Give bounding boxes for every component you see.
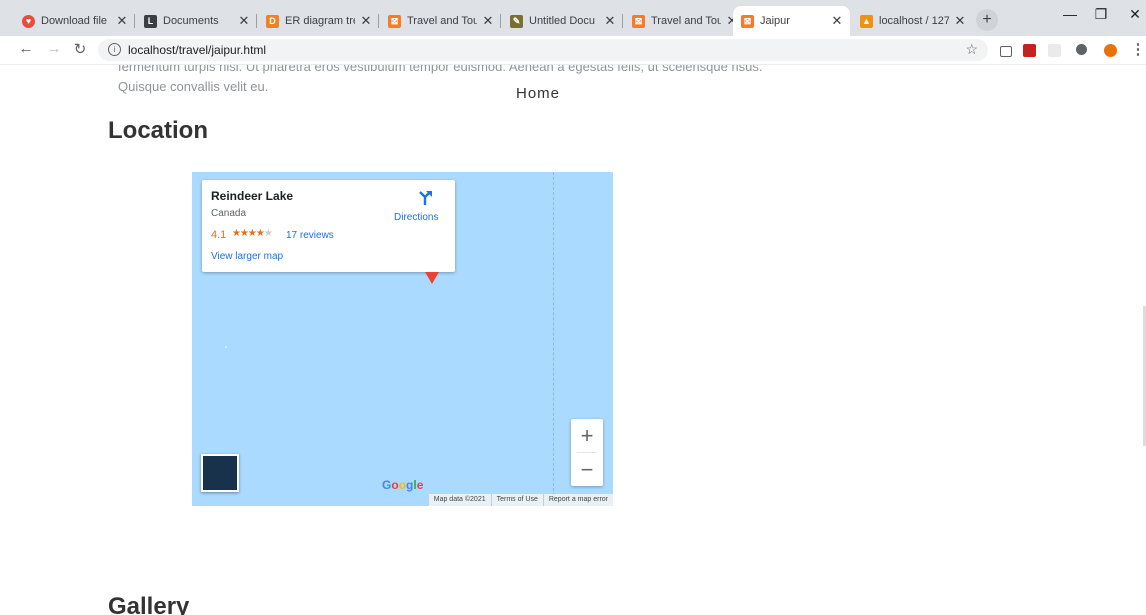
puzzle-extensions-icon[interactable] [1076, 44, 1087, 55]
tab-phpmyadmin[interactable]: ▲ localhost / 127 ✕ [852, 8, 973, 34]
reviews-link[interactable]: 17 reviews [286, 230, 334, 241]
back-arrow-icon[interactable]: ← [16, 40, 36, 57]
xampp-icon: ⊠ [388, 14, 401, 28]
paragraph-line: Quisque convallis velit eu. [118, 79, 269, 94]
place-country: Canada [211, 208, 247, 219]
xampp-icon: ⊠ [741, 14, 754, 28]
new-tab-button[interactable]: + [976, 9, 998, 31]
doc-icon: ✎ [510, 14, 523, 28]
terms-of-use-link[interactable]: Terms of Use [490, 494, 543, 506]
tab-title: Untitled Docu [529, 15, 596, 27]
intro-paragraph: fermentum turpis nisl. Ut pharetra eros … [118, 65, 878, 97]
zoom-out-button[interactable]: − [571, 453, 603, 486]
paragraph-line: fermentum turpis nisl. Ut pharetra eros … [118, 65, 763, 74]
directions-icon[interactable] [417, 190, 433, 206]
profile-avatar-icon[interactable] [1104, 44, 1117, 57]
place-name: Reindeer Lake [211, 189, 294, 203]
phpmyadmin-icon: ▲ [860, 14, 873, 28]
close-icon[interactable]: ✕ [237, 13, 251, 29]
zoom-controls: + − [571, 419, 603, 486]
tab-documents[interactable]: L Documents ✕ [136, 8, 257, 34]
zoom-in-button[interactable]: + [571, 419, 603, 452]
satellite-toggle-button[interactable] [201, 454, 239, 492]
docs-icon: L [144, 14, 157, 28]
gallery-heading: Gallery [108, 593, 190, 615]
extension-mountain-icon[interactable] [1048, 44, 1061, 57]
tab-travel-and-tour-2[interactable]: ⊠ Travel and Tou ✕ [624, 8, 745, 34]
rating-value: 4.1 [211, 229, 227, 241]
tab-untitled-document[interactable]: ✎ Untitled Docu ✕ [502, 8, 623, 34]
map-data-text: Map data ©2021 [433, 496, 486, 503]
map-pin-icon[interactable] [425, 272, 439, 284]
tab-title: Jaipur [760, 15, 790, 27]
heart-icon: ♥ [22, 14, 35, 28]
tab-download-file[interactable]: ♥ Download file ✕ [14, 8, 135, 34]
embedded-google-map[interactable]: Reindeer Lake Canada 4.1 ★★★★★ 17 review… [192, 172, 613, 506]
tab-travel-and-tour-1[interactable]: ⊠ Travel and Tou ✕ [380, 8, 501, 34]
page-content: fermentum turpis nisl. Ut pharetra eros … [0, 65, 1146, 615]
browser-toolbar: ← → ↻ i localhost/travel/jaipur.html ☆ ⋮ [0, 36, 1146, 65]
bookmark-star-icon[interactable]: ☆ [965, 41, 978, 58]
map-boundary-line [553, 172, 554, 506]
camera-icon[interactable] [1000, 46, 1012, 57]
reload-icon[interactable]: ↻ [70, 40, 90, 58]
directions-link[interactable]: Directions [394, 212, 438, 223]
diagram-icon: D [266, 14, 279, 28]
forward-arrow-icon[interactable]: → [44, 40, 64, 57]
tab-title: localhost / 127 [879, 15, 949, 27]
xampp-icon: ⊠ [632, 14, 645, 28]
url-text[interactable]: localhost/travel/jaipur.html [128, 43, 266, 57]
close-window-button[interactable]: ✕ [1115, 6, 1146, 23]
report-map-error-link[interactable]: Report a map error [542, 494, 613, 506]
home-link[interactable]: Home [516, 85, 560, 102]
close-icon[interactable]: ✕ [115, 13, 129, 29]
map-feature [225, 346, 227, 348]
tab-title: Travel and Tou [651, 15, 721, 27]
view-larger-map-link[interactable]: View larger map [211, 251, 283, 262]
address-bar[interactable]: i localhost/travel/jaipur.html ☆ [98, 39, 988, 61]
tab-title: ER diagram tre [285, 15, 355, 27]
close-icon[interactable]: ✕ [481, 13, 495, 29]
extension-red-icon[interactable] [1023, 44, 1036, 57]
close-icon[interactable]: ✕ [603, 13, 617, 29]
tab-title: Download file [41, 15, 108, 27]
location-heading: Location [108, 117, 208, 144]
tab-title: Documents [163, 15, 219, 27]
tab-jaipur[interactable]: ⊠ Jaipur ✕ [733, 6, 850, 36]
browser-tab-strip: ♥ Download file ✕ L Documents ✕ D ER dia… [0, 0, 1146, 36]
star-rating: ★★★★★ [232, 228, 273, 239]
tab-er-diagram[interactable]: D ER diagram tre ✕ [258, 8, 379, 34]
menu-kebab-icon[interactable]: ⋮ [1128, 40, 1146, 58]
map-attribution: Map data ©2021 Terms of Use Report a map… [428, 494, 613, 506]
place-info-card: Reindeer Lake Canada 4.1 ★★★★★ 17 review… [202, 180, 455, 272]
close-icon[interactable]: ✕ [953, 13, 967, 29]
tab-title: Travel and Tou [407, 15, 477, 27]
google-logo: Google [382, 478, 424, 492]
close-icon[interactable]: ✕ [359, 13, 373, 29]
close-icon[interactable]: ✕ [830, 13, 844, 29]
info-icon[interactable]: i [108, 43, 121, 56]
